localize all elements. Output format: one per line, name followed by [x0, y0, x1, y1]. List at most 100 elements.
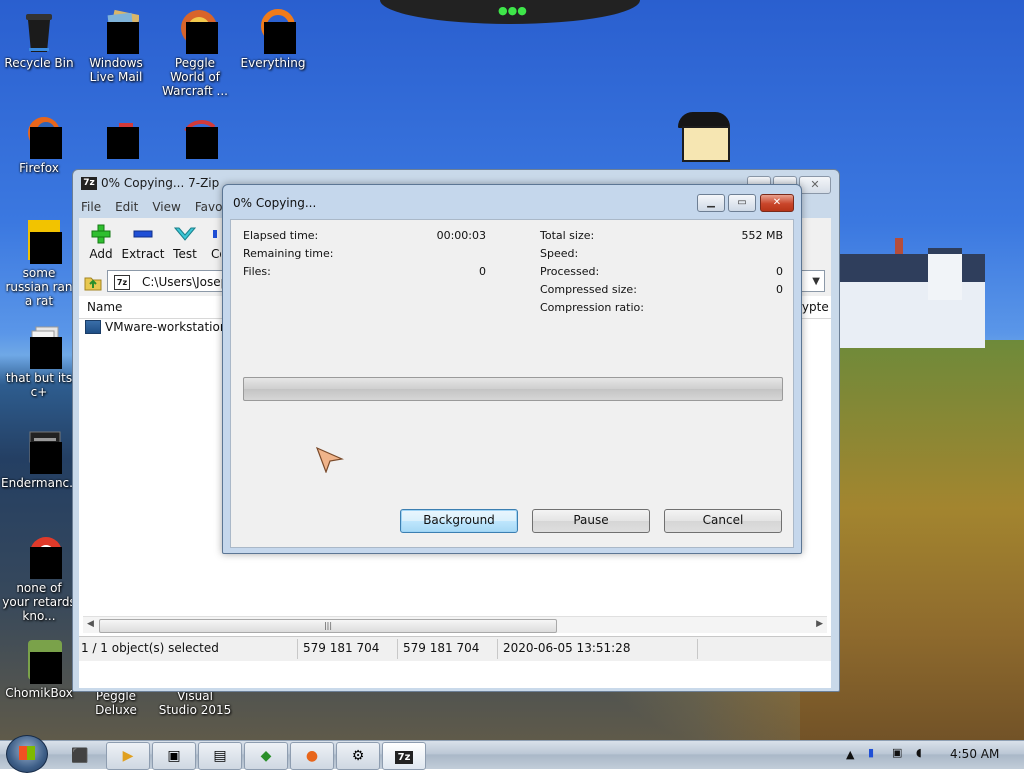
dialog-body: Elapsed time: 00:00:03 Remaining time: F…: [230, 219, 794, 548]
total-size-value: 552 MB: [741, 229, 783, 242]
7zip-icon: 7z: [81, 177, 97, 190]
shortcut-icon: [16, 323, 62, 369]
clock[interactable]: 4:50 AM: [950, 747, 999, 761]
desktop-icon-peggle-wow[interactable]: Peggle World of Warcraft ...: [157, 8, 233, 98]
desktop-icon-chomikbox[interactable]: ChomikBox: [1, 638, 77, 700]
taskbar-item-media[interactable]: ▶: [106, 742, 150, 770]
desktop-icon-endermanc[interactable]: Endermanc...: [1, 428, 81, 490]
desktop-icon-none-of-your[interactable]: none of your retards kno...: [1, 533, 77, 623]
status-selected: 1 / 1 object(s) selected: [81, 641, 219, 655]
status-modified: 2020-06-05 13:51:28: [503, 641, 631, 655]
main-window-title: 7z 0% Copying... 7-Zip: [81, 176, 219, 194]
taskbar-item-1[interactable]: ⬛: [58, 742, 102, 770]
list-item[interactable]: VMware-workstation-f: [85, 320, 236, 334]
firefox-icon: ●: [305, 748, 319, 764]
status-packed: 579 181 704: [403, 641, 480, 655]
gear-icon: ⚙: [351, 748, 365, 764]
copy-icon: [213, 224, 221, 244]
volume-icon[interactable]: ◖: [916, 746, 922, 759]
desktop-icon-firefox[interactable]: Firefox: [1, 113, 77, 175]
desktop-icon-recycle-bin[interactable]: Recycle Bin: [1, 8, 77, 70]
extract-button[interactable]: Extract: [121, 224, 165, 261]
folder-icon: ▤: [213, 748, 227, 764]
desktop-icon-label: Firefox: [19, 161, 59, 175]
taskbar-item-explorer[interactable]: ▤: [198, 742, 242, 770]
progress-bar: [243, 377, 783, 401]
desktop-icon-label: none of your retards kno...: [2, 581, 76, 623]
background-button[interactable]: Background: [400, 509, 518, 533]
network-icon[interactable]: ▣: [892, 746, 902, 759]
scrollbar-thumb[interactable]: |||: [99, 619, 557, 633]
desktop-icon-russian-rat[interactable]: e some russian ran a rat: [1, 218, 77, 308]
processed-label: Processed:: [540, 265, 600, 278]
cancel-button-label: Cancel: [702, 513, 744, 527]
menu-file[interactable]: File: [81, 200, 101, 218]
taskbar-item-settings[interactable]: ⚙: [336, 742, 380, 770]
desktop-icon-label: Everything: [240, 56, 306, 70]
taskbar-item-window[interactable]: ▣: [152, 742, 196, 770]
maximize-icon: ▭: [737, 197, 747, 208]
start-button[interactable]: [6, 735, 48, 773]
desktop-icon-unknown-1[interactable]: [78, 113, 154, 161]
extract-label: Extract: [121, 247, 165, 261]
scroll-right-icon[interactable]: ▶: [816, 619, 823, 629]
mail-icon: [93, 8, 141, 54]
scroll-left-icon[interactable]: ◀: [87, 619, 94, 629]
window-icon: [16, 428, 62, 474]
dialog-maximize-button[interactable]: ▭: [728, 194, 756, 212]
gadget-indicator-icon: ●●●: [498, 4, 527, 17]
taskbar: ⬛ ▶ ▣ ▤ ◆ ● ⚙ 7z ▲ ▮ ▣ ◖ 4:50 AM: [0, 735, 1024, 773]
desktop-icon-windows-live-mail[interactable]: Windows Live Mail: [78, 8, 154, 84]
app-icon: ⬛: [71, 748, 89, 764]
dialog-title: 0% Copying...: [233, 196, 317, 210]
status-bar: 1 / 1 object(s) selected 579 181 704 579…: [79, 636, 831, 661]
add-label: Add: [89, 247, 113, 261]
status-size: 579 181 704: [303, 641, 380, 655]
desktop-icon-unknown-2[interactable]: [157, 113, 233, 161]
copying-dialog[interactable]: 0% Copying... ▁ ▭ ✕ Elapsed time: 00:00:…: [222, 184, 802, 554]
vmware-file-icon: [85, 320, 101, 334]
dialog-minimize-button[interactable]: ▁: [697, 194, 725, 212]
desktop-icon-that-but-its[interactable]: that but its c+: [1, 323, 77, 399]
copy-label: Co: [211, 247, 221, 261]
files-label: Files:: [243, 265, 271, 278]
pause-button[interactable]: Pause: [532, 509, 650, 533]
tray-app-icon[interactable]: ▮: [868, 746, 874, 759]
desktop-icon-everything[interactable]: Everything: [235, 8, 311, 70]
files-value: 0: [479, 265, 486, 278]
tray-expand-icon[interactable]: ▲: [846, 748, 854, 761]
desktop-icon-label: Peggle Deluxe: [95, 689, 137, 717]
minus-icon: [132, 224, 154, 244]
taskbar-item-7zip[interactable]: 7z: [382, 742, 426, 770]
recycle-bin-icon: [16, 8, 62, 54]
cancel-button[interactable]: Cancel: [664, 509, 782, 533]
copy-button[interactable]: Co: [199, 224, 221, 261]
speed-label: Speed:: [540, 247, 579, 260]
compression-ratio-label: Compression ratio:: [540, 301, 644, 314]
7zip-icon: 7z: [394, 751, 414, 764]
folder-up-icon[interactable]: [83, 272, 103, 292]
chevron-down-icon[interactable]: ▼: [812, 271, 820, 293]
desktop-icon-label: ChomikBox: [5, 686, 73, 700]
taskbar-item-firefox[interactable]: ●: [290, 742, 334, 770]
menu-view[interactable]: View: [152, 200, 180, 218]
desktop-icon-label: Windows Live Mail: [89, 56, 143, 84]
elapsed-time-value: 00:00:03: [436, 229, 486, 242]
app-icon: [93, 113, 139, 159]
add-button[interactable]: Add: [79, 224, 123, 261]
taskbar-item-network[interactable]: ◆: [244, 742, 288, 770]
window-icon: ▣: [167, 748, 181, 764]
desktop-icon-peggle-deluxe[interactable]: Peggle Deluxe: [78, 689, 154, 717]
dialog-close-button[interactable]: ✕: [760, 194, 794, 212]
horizontal-scrollbar[interactable]: ◀ ||| ▶: [83, 616, 827, 633]
desktop-icon-label: that but its c+: [5, 371, 73, 399]
desktop-icon-visual-studio[interactable]: Visual Studio 2015: [157, 689, 233, 717]
app-icon: [172, 113, 218, 159]
main-close-button[interactable]: ✕: [799, 176, 831, 194]
close-icon: ✕: [810, 178, 820, 191]
test-label: Test: [173, 247, 197, 261]
menu-edit[interactable]: Edit: [115, 200, 138, 218]
column-name[interactable]: Name: [87, 300, 122, 314]
peggle-icon: [172, 8, 218, 54]
main-window-title-text: 0% Copying... 7-Zip: [101, 176, 220, 190]
